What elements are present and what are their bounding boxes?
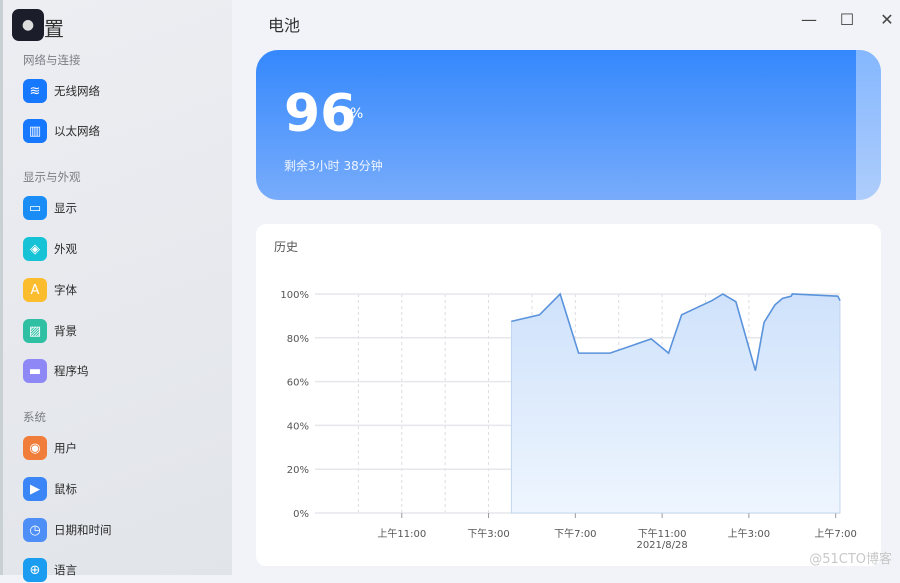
sidebar-section-header: 系统 [23,409,46,425]
sidebar-item-label: 无线网络 [54,83,100,99]
sidebar-item-label: 显示 [54,200,77,216]
sidebar-item[interactable]: ▭ 显示 [23,195,77,221]
minimize-icon: — [801,10,817,29]
page-title: 电池 [268,12,300,36]
sidebar-item-label: 语言 [54,562,77,578]
sidebar: ● 置 网络与连接 ≋ 无线网络 ▥ 以太网络显示与外观 ▭ 显示 ◈ 外观 A 字体 ▨ 背景 ▬ 程序坞… [0,0,232,575]
ethernet-icon: ▥ [23,119,47,143]
brain-icon: ● [12,9,44,41]
y-tick-label: 0% [293,509,309,520]
watermark: @51CTO博客 [809,548,892,567]
maximize-button[interactable]: ☐ [836,8,858,30]
history-area [511,294,840,513]
monitor-icon: ▭ [23,196,47,220]
x-tick-label: 下午11:00 [638,527,687,540]
close-icon: ✕ [880,10,893,29]
sidebar-item[interactable]: ◉ 用户 [23,435,77,461]
image-icon: ▨ [23,319,47,343]
wifi-icon: ≋ [23,79,47,103]
x-tick-label: 上午3:00 [728,527,770,540]
x-tick-label: 上午11:00 [377,527,426,540]
sidebar-item-label: 日期和时间 [54,522,112,538]
sidebar-item[interactable]: A 字体 [23,277,77,303]
dock-icon: ▬ [23,359,47,383]
battery-remaining-fill [856,50,881,200]
sidebar-item-label: 背景 [54,323,77,339]
maximize-icon: ☐ [840,10,854,29]
battery-card: 96 % 剩余3小时 38分钟 [256,50,881,200]
sidebar-item[interactable]: ◈ 外观 [23,236,77,262]
y-tick-label: 60% [287,378,309,389]
sidebar-item[interactable]: ▬ 程序坞 [23,358,89,384]
sidebar-item-label: 外观 [54,241,77,257]
sidebar-item-label: 鼠标 [54,481,77,497]
cursor-icon: ▶ [23,477,47,501]
sidebar-item[interactable]: ▶ 鼠标 [23,476,77,502]
close-button[interactable]: ✕ [876,8,898,30]
font-icon: A [23,278,47,302]
y-tick-label: 100% [280,290,309,301]
sidebar-item-label: 用户 [54,440,77,456]
app-title: 置 [44,13,64,42]
battery-history-chart: 0% 20% 40% 60% 80% 100% 上午11:00 下午3:00 下午7:00 下午1… [256,224,881,566]
sidebar-item-label: 字体 [54,282,77,298]
minimize-button[interactable]: — [798,8,820,30]
sidebar-item[interactable]: ▨ 背景 [23,318,77,344]
x-tick-label: 上午7:00 [814,527,856,540]
sidebar-section-header: 显示与外观 [23,169,81,185]
sidebar-item[interactable]: ▥ 以太网络 [23,118,100,144]
history-card: 历史 0%20%40%60%80%100%上午11:00下午3:00下午7:00… [256,224,881,566]
sidebar-item-label: 以太网络 [54,123,100,139]
sidebar-item-label: 程序坞 [54,363,89,379]
y-tick-label: 20% [287,465,309,476]
y-tick-label: 40% [287,421,309,432]
battery-remaining-time: 剩余3小时 38分钟 [284,157,383,174]
sidebar-item[interactable]: ≋ 无线网络 [23,78,100,104]
sidebar-item[interactable]: ◷ 日期和时间 [23,517,112,543]
x-tick-label: 下午7:00 [554,527,596,540]
battery-percent: 96 [284,84,356,144]
sidebar-section-header: 网络与连接 [23,52,81,68]
y-tick-label: 80% [287,334,309,345]
layers-icon: ◈ [23,237,47,261]
x-tick-label: 下午3:00 [467,527,509,540]
battery-percent-unit: % [350,106,363,122]
sidebar-item[interactable]: ⊕ 语言 [23,557,77,583]
globe-icon: ⊕ [23,558,47,582]
clock-icon: ◷ [23,518,47,542]
user-icon: ◉ [23,436,47,460]
x-tick-sublabel: 2021/8/28 [636,540,687,551]
